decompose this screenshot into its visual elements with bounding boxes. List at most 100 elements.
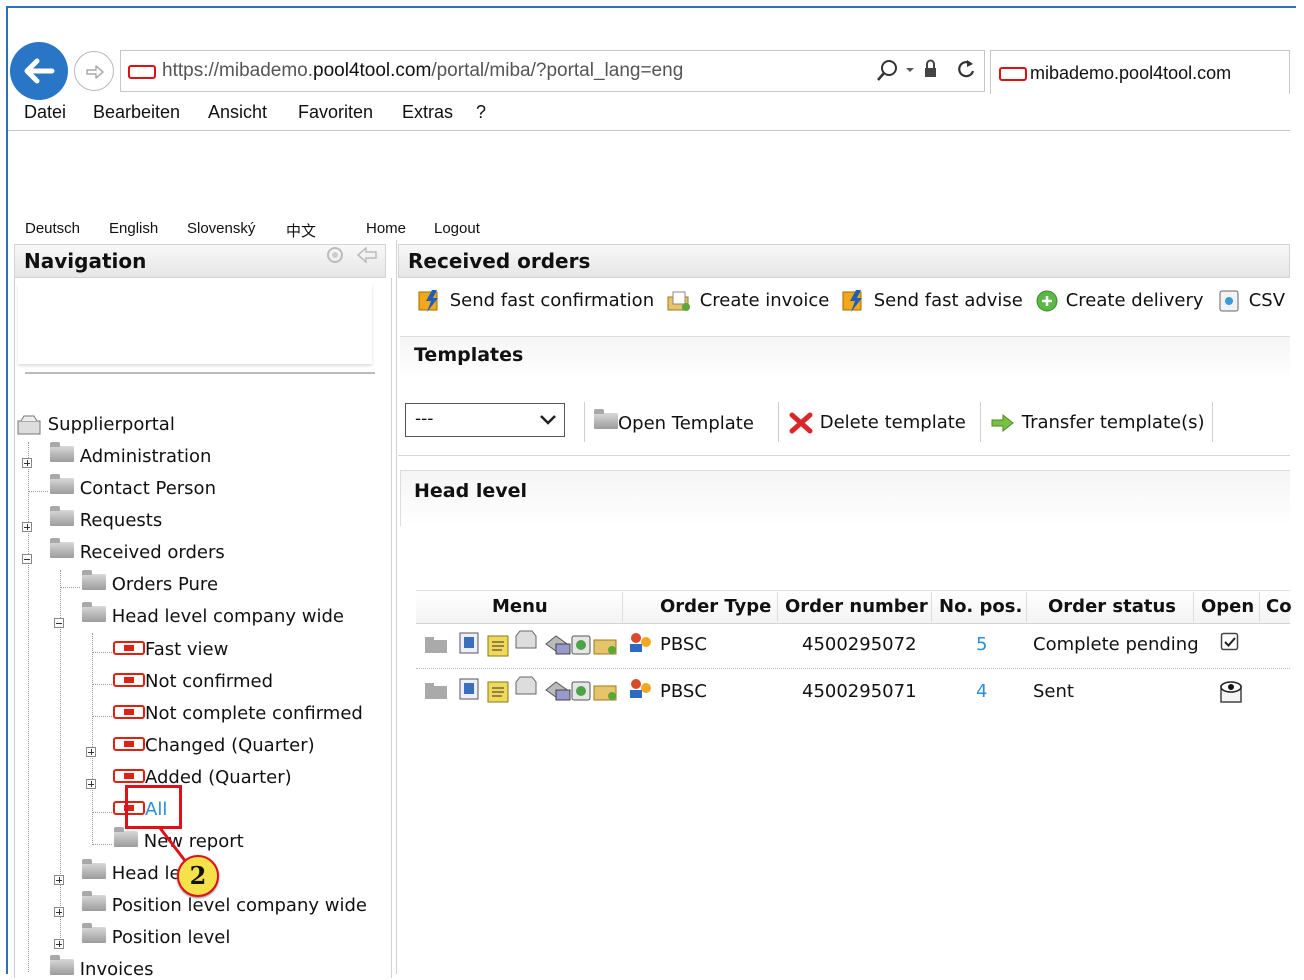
- expand-icon[interactable]: [22, 458, 32, 468]
- toolbar-label: Create delivery: [1065, 290, 1204, 311]
- logout-link[interactable]: Logout: [434, 220, 480, 237]
- folder-icon: [50, 506, 74, 526]
- csv-button[interactable]: CSV: [1217, 289, 1285, 313]
- tree-item-received-orders[interactable]: Received orders: [50, 538, 225, 563]
- home-link[interactable]: Home: [366, 220, 406, 237]
- expand-icon[interactable]: [54, 875, 64, 885]
- folder-icon: [594, 409, 618, 429]
- tree-item-not-complete-confirmed[interactable]: Not complete confirmed: [113, 703, 363, 724]
- tree-item-administration[interactable]: Administration: [50, 442, 212, 467]
- report-icon: [113, 737, 145, 751]
- url-prefix: https://mibademo.: [162, 60, 314, 81]
- tree-label: Position level: [111, 927, 231, 948]
- url-domain: pool4tool.com: [313, 60, 432, 81]
- cell-order-status: Complete pending: [1033, 634, 1199, 655]
- row-menu-icons[interactable]: [424, 630, 656, 664]
- tree-item-requests[interactable]: Requests: [50, 506, 163, 531]
- toolbar-label: Send fast advise: [873, 290, 1023, 311]
- back-button[interactable]: [10, 42, 68, 100]
- report-icon: [113, 769, 145, 783]
- tree-item-invoices[interactable]: Invoices: [50, 955, 153, 980]
- menu-favoriten[interactable]: Favoriten: [298, 102, 373, 123]
- cell-no-pos-link[interactable]: 4: [976, 681, 987, 702]
- button-label: Delete template: [819, 412, 966, 433]
- menu-help[interactable]: ?: [476, 102, 486, 123]
- expand-icon[interactable]: [22, 522, 32, 532]
- send-fast-advise-button[interactable]: Send fast advise: [840, 289, 1023, 313]
- template-select[interactable]: ---: [405, 403, 565, 437]
- tree-item-supplierportal[interactable]: Supplierportal: [16, 414, 175, 435]
- chevron-down-icon: [540, 415, 556, 425]
- col-no-pos[interactable]: No. pos.: [939, 596, 1022, 617]
- delete-template-button[interactable]: Delete template: [788, 412, 966, 434]
- tree-item-position-level-company-wide[interactable]: Position level company wide: [82, 891, 367, 916]
- col-order-type[interactable]: Order Type: [660, 596, 771, 617]
- row-menu-icons[interactable]: [424, 676, 656, 710]
- refresh-icon[interactable]: [956, 58, 976, 86]
- address-url[interactable]: https://mibademo.pool4tool.com/portal/mi…: [162, 60, 683, 82]
- col-open[interactable]: Open: [1201, 596, 1254, 617]
- tree-label: Requests: [79, 510, 163, 531]
- delete-icon: [789, 412, 813, 434]
- lang-slovensky[interactable]: Slovenský: [187, 220, 255, 237]
- col-order-status[interactable]: Order status: [1048, 596, 1176, 617]
- template-select-value: ---: [415, 409, 434, 429]
- tree-item-not-confirmed[interactable]: Not confirmed: [113, 671, 273, 692]
- cell-no-pos-link[interactable]: 5: [976, 634, 987, 655]
- tree-label: Head level company wide: [111, 606, 344, 627]
- expand-icon[interactable]: [54, 907, 64, 917]
- collapse-icon[interactable]: [22, 554, 32, 564]
- nav-refresh-icon[interactable]: [322, 244, 350, 270]
- expand-icon[interactable]: [86, 747, 96, 757]
- folder-document-icon: [667, 291, 690, 311]
- lang-english[interactable]: English: [109, 220, 158, 237]
- menu-ansicht[interactable]: Ansicht: [208, 102, 267, 123]
- checkbox-icon[interactable]: [1220, 632, 1240, 656]
- nav-collapse-icon[interactable]: [356, 246, 378, 268]
- tree-label: Administration: [79, 446, 212, 467]
- plus-circle-icon: [1036, 290, 1058, 312]
- url-path: /portal/miba/?portal_lang=eng: [431, 60, 684, 81]
- collapse-icon[interactable]: [54, 618, 64, 628]
- toolbar-label: Create invoice: [699, 290, 830, 311]
- toolbar-label: CSV: [1248, 290, 1286, 311]
- forward-button[interactable]: [74, 51, 114, 91]
- window-frame-left: [6, 6, 8, 974]
- templates-bottom-border: [398, 455, 1290, 456]
- cell-order-number: 4500295071: [802, 681, 917, 702]
- col-menu[interactable]: Menu: [492, 596, 548, 617]
- col-co[interactable]: Co: [1266, 596, 1292, 617]
- menu-extras[interactable]: Extras: [402, 102, 453, 123]
- arrow-right-icon: [991, 413, 1014, 433]
- tree-item-fast-view[interactable]: Fast view: [113, 639, 228, 660]
- folder-icon: [82, 891, 106, 911]
- row-action-icons: [425, 676, 651, 703]
- drawer-icon: [17, 415, 41, 435]
- content-left-border: [396, 240, 397, 974]
- tree-item-head-level-company-wide[interactable]: Head level company wide: [82, 602, 344, 627]
- tree-label: Supplierportal: [47, 414, 175, 435]
- col-order-number[interactable]: Order number: [785, 596, 928, 617]
- button-label: Open Template: [618, 413, 754, 434]
- tree-item-orders-pure[interactable]: Orders Pure: [82, 570, 218, 595]
- lang-chinese[interactable]: 中文: [286, 220, 316, 241]
- send-fast-confirmation-button[interactable]: Send fast confirmation: [416, 289, 654, 313]
- lang-deutsch[interactable]: Deutsch: [25, 220, 80, 237]
- lightning-document-icon: [418, 290, 438, 312]
- menu-datei[interactable]: Datei: [24, 102, 66, 123]
- browser-menubar: Datei Bearbeiten Ansicht Favoriten Extra…: [8, 96, 1290, 131]
- menu-bearbeiten[interactable]: Bearbeiten: [93, 102, 180, 123]
- lightning-document-icon: [842, 290, 862, 312]
- open-template-button[interactable]: Open Template: [594, 409, 754, 434]
- create-invoice-button[interactable]: Create invoice: [666, 289, 829, 313]
- tree-item-position-level[interactable]: Position level: [82, 923, 231, 948]
- expand-icon[interactable]: [54, 939, 64, 949]
- tree-item-changed-quarter[interactable]: Changed (Quarter): [113, 735, 315, 756]
- search-icon[interactable]: [876, 58, 936, 88]
- tree-item-contact-person[interactable]: Contact Person: [50, 474, 216, 499]
- transfer-template-button[interactable]: Transfer template(s): [990, 412, 1205, 434]
- expand-icon[interactable]: [86, 779, 96, 789]
- eye-icon[interactable]: [1217, 678, 1245, 708]
- create-delivery-button[interactable]: Create delivery: [1034, 289, 1204, 313]
- navigation-blank-area: [18, 284, 372, 364]
